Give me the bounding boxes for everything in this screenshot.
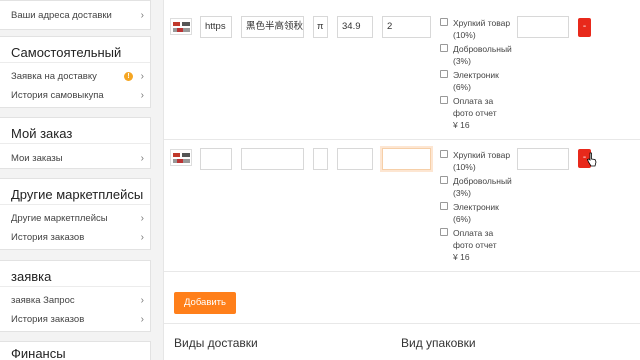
checkbox[interactable] — [440, 202, 448, 210]
chevron-right-icon: › — [140, 71, 144, 82]
option-label: Хрупкий товар — [453, 18, 511, 28]
option-photo-report[interactable]: Оплата за фото отчет ¥ 16 — [440, 227, 520, 263]
packaging-type-title: Вид упаковки — [401, 336, 476, 350]
option-label: Оплата за — [453, 228, 494, 238]
sidebar-item-delivery-request[interactable]: Заявка на доставку ! › — [0, 67, 150, 86]
option-voluntary[interactable]: Добровольный (3%) — [440, 43, 520, 67]
product-link-input[interactable] — [200, 148, 232, 170]
option-sub: фото отчет — [453, 108, 497, 118]
option-sub: (10%) — [453, 162, 476, 172]
option-label: Хрупкий товар — [453, 150, 511, 160]
product-spec-input[interactable]: π — [313, 16, 328, 38]
option-electronics[interactable]: Электроник (6%) — [440, 69, 520, 93]
checkbox[interactable] — [440, 228, 448, 236]
service-options: Хрупкий товар (10%) Добровольный (3%) Эл… — [440, 149, 520, 265]
note-input[interactable] — [517, 16, 569, 38]
checkbox[interactable] — [440, 44, 448, 52]
chevron-right-icon: › — [140, 295, 144, 306]
option-sub: фото отчет — [453, 240, 497, 250]
option-photo-report[interactable]: Оплата за фото отчет ¥ 16 — [440, 95, 520, 131]
option-electronics[interactable]: Электроник (6%) — [440, 201, 520, 225]
chevron-right-icon: › — [140, 10, 144, 21]
sidebar-item-label: Другие маркетплейсы — [11, 213, 108, 224]
delete-row-button[interactable]: - — [578, 18, 591, 37]
sidebar: Ваши адреса доставки › Самостоятельный З… — [0, 0, 151, 360]
option-sub: (10%) — [453, 30, 476, 40]
sidebar-card-self: Самостоятельный Заявка на доставку ! › И… — [0, 36, 151, 108]
sidebar-section-title: Мой заказ — [0, 118, 150, 144]
option-sub: (3%) — [453, 188, 471, 198]
product-thumbnail — [170, 149, 192, 166]
mouse-pointer-icon — [586, 152, 597, 167]
option-sub: (3%) — [453, 56, 471, 66]
option-sub: (6%) — [453, 214, 471, 224]
sidebar-item-label: заявка Запрос — [11, 295, 75, 306]
sidebar-item-label: Заявка на доставку — [11, 71, 97, 82]
sidebar-item-label: История самовыкупа — [11, 90, 104, 101]
quantity-input[interactable] — [382, 148, 431, 170]
product-thumbnail — [170, 18, 192, 35]
sidebar-item-label: Мои заказы — [11, 153, 63, 164]
add-product-button[interactable]: Добавить — [174, 292, 236, 314]
sidebar-item-label: Ваши адреса доставки — [11, 10, 112, 21]
service-options: Хрупкий товар (10%) Добровольный (3%) Эл… — [440, 17, 520, 133]
chevron-right-icon: › — [140, 232, 144, 243]
quantity-input[interactable]: 2 — [382, 16, 431, 38]
product-name-input[interactable]: 黑色半高领秋 — [241, 16, 304, 38]
option-voluntary[interactable]: Добровольный (3%) — [440, 175, 520, 199]
sidebar-section-title: заявка — [0, 261, 150, 287]
option-label: Электроник — [453, 202, 499, 212]
product-spec-input[interactable] — [313, 148, 328, 170]
sidebar-item-other-marketplaces[interactable]: Другие маркетплейсы › — [0, 209, 150, 228]
divider — [164, 323, 640, 324]
sidebar-item-request-query[interactable]: заявка Запрос › — [0, 291, 150, 310]
sidebar-card-finance: Финансы — [0, 341, 151, 360]
checkbox[interactable] — [440, 70, 448, 78]
price-input[interactable]: 34.9 — [337, 16, 373, 38]
alert-badge-icon: ! — [124, 72, 133, 81]
sidebar-card-request: заявка заявка Запрос › История заказов › — [0, 260, 151, 332]
checkbox[interactable] — [440, 96, 448, 104]
checkbox[interactable] — [440, 176, 448, 184]
price-input[interactable] — [337, 148, 373, 170]
sidebar-item-label: История заказов — [11, 232, 85, 243]
option-sub: (6%) — [453, 82, 471, 92]
checkbox[interactable] — [440, 18, 448, 26]
sidebar-card-marketplaces: Другие маркетплейсы Другие маркетплейсы … — [0, 178, 151, 250]
product-row: https 黑色半高领秋 π 34.9 2 Хрупкий товар (10%… — [164, 0, 640, 140]
option-label: Электроник — [453, 70, 499, 80]
sidebar-item-order-history[interactable]: История заказов › — [0, 228, 150, 247]
chevron-right-icon: › — [140, 90, 144, 101]
option-label: Добровольный — [453, 176, 512, 186]
note-input[interactable] — [517, 148, 569, 170]
chevron-right-icon: › — [140, 213, 144, 224]
option-price: ¥ 16 — [453, 252, 470, 262]
sidebar-card-addresses: Ваши адреса доставки › — [0, 0, 151, 30]
option-fragile[interactable]: Хрупкий товар (10%) — [440, 149, 520, 173]
sidebar-section-title: Самостоятельный — [0, 37, 150, 63]
option-label: Оплата за — [453, 96, 494, 106]
sidebar-item-self-purchase-history[interactable]: История самовыкупа › — [0, 86, 150, 105]
chevron-right-icon: › — [140, 153, 144, 164]
product-link-input[interactable]: https — [200, 16, 232, 38]
sidebar-section-title: Финансы — [11, 346, 66, 360]
chevron-right-icon: › — [140, 314, 144, 325]
sidebar-card-my-order: Мой заказ Мои заказы › — [0, 117, 151, 169]
product-row: Хрупкий товар (10%) Добровольный (3%) Эл… — [164, 141, 640, 272]
sidebar-item-label: История заказов — [11, 314, 85, 325]
option-fragile[interactable]: Хрупкий товар (10%) — [440, 17, 520, 41]
option-price: ¥ 16 — [453, 120, 470, 130]
sidebar-item-delivery-addresses[interactable]: Ваши адреса доставки › — [0, 6, 150, 25]
product-form: https 黑色半高领秋 π 34.9 2 Хрупкий товар (10%… — [163, 0, 640, 360]
checkbox[interactable] — [440, 150, 448, 158]
sidebar-item-order-history[interactable]: История заказов › — [0, 310, 150, 329]
delivery-types-title: Виды доставки — [174, 336, 258, 350]
product-name-input[interactable] — [241, 148, 304, 170]
sidebar-section-title: Другие маркетплейсы — [0, 179, 150, 205]
option-label: Добровольный — [453, 44, 512, 54]
sidebar-item-my-orders[interactable]: Мои заказы › — [0, 149, 150, 168]
